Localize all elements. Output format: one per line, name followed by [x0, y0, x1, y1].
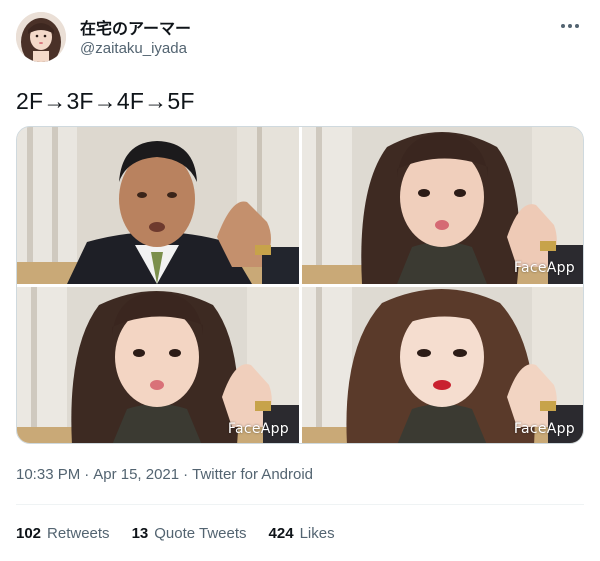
meta-separator: ·	[183, 466, 189, 483]
more-dot	[575, 24, 579, 28]
tweet-meta: 10:33 PM · Apr 15, 2021 · Twitter for Androi…	[16, 466, 313, 483]
divider	[16, 504, 584, 505]
likes-stat[interactable]: 424 Likes	[269, 525, 335, 542]
retweets-label: Retweets	[47, 525, 110, 542]
user-handle[interactable]: @zaitaku_iyada	[80, 40, 187, 57]
more-horizontal-icon	[561, 24, 565, 28]
display-name[interactable]: 在宅のアーマー	[80, 15, 191, 39]
photo-3[interactable]: FaceApp	[17, 287, 299, 443]
tweet-time[interactable]: 10:33 PM	[16, 466, 80, 483]
retweets-count: 102	[16, 525, 42, 542]
tweet-source[interactable]: Twitter for Android	[192, 466, 313, 483]
media-grid: FaceApp FaceApp FaceApp	[16, 126, 584, 444]
photo-1[interactable]	[17, 127, 299, 284]
photo-4[interactable]: FaceApp	[302, 287, 583, 443]
quote-tweets-label: Quote Tweets	[154, 525, 247, 542]
faceapp-watermark: FaceApp	[513, 260, 575, 276]
retweets-stat[interactable]: 102 Retweets	[16, 525, 110, 542]
tweet: 在宅のアーマー @zaitaku_iyada 2F→3F→4F→5F FaceA…	[0, 0, 600, 561]
more-options-button[interactable]	[556, 14, 584, 38]
tweet-text: 2F→3F→4F→5F	[16, 88, 195, 114]
quote-tweets-stat[interactable]: 13 Quote Tweets	[132, 525, 247, 542]
quote-tweets-count: 13	[131, 525, 149, 542]
faceapp-watermark: FaceApp	[513, 421, 575, 437]
likes-label: Likes	[299, 525, 335, 542]
meta-separator: ·	[84, 466, 90, 483]
faceapp-watermark: FaceApp	[227, 421, 289, 437]
tweet-date[interactable]: Apr 15, 2021	[93, 466, 179, 483]
likes-count: 424	[268, 525, 294, 542]
avatar[interactable]	[16, 12, 66, 62]
more-dot	[568, 24, 572, 28]
photo-2[interactable]: FaceApp	[302, 127, 583, 284]
tweet-stats: 102 Retweets 13 Quote Tweets 424 Likes	[16, 525, 335, 542]
